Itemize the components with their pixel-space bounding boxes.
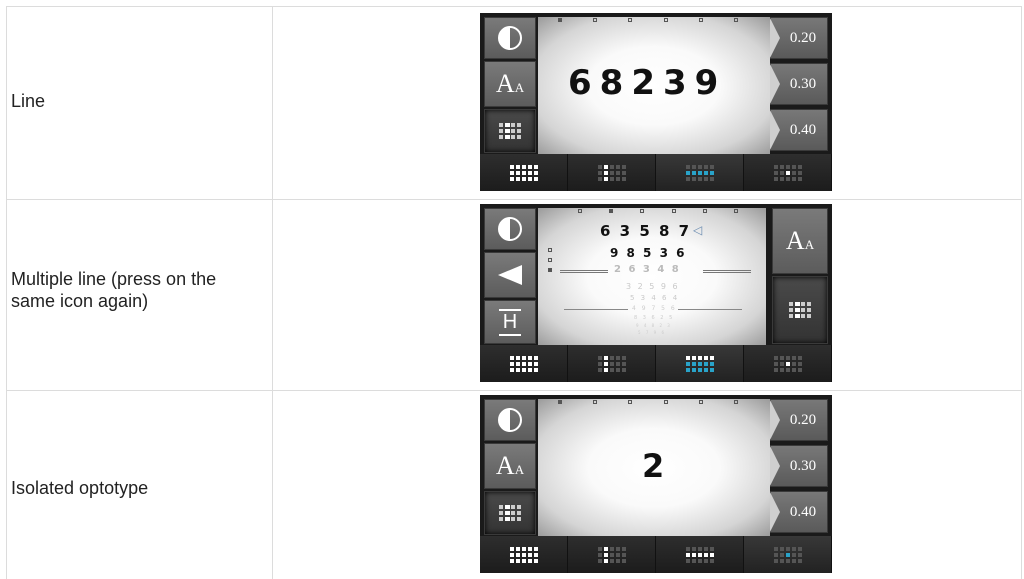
contrast-icon [498,217,522,241]
single-icon [773,355,802,372]
text-size-button[interactable]: AA [484,61,536,107]
line-pointer-icon: ◁ [693,223,703,237]
single-icon [773,164,802,181]
h-button[interactable]: H [484,300,536,344]
side-line-markers [548,248,552,272]
acuity-button-1[interactable]: 0.20 [770,399,828,441]
acuity-button-3[interactable]: 0.40 [770,491,828,533]
chart-line-8: 9 4 8 2 3 [636,323,672,328]
mode-line[interactable] [656,536,744,573]
chart-mode-icon [499,505,521,521]
table-border-top [6,6,1022,7]
screen-multiline-mode: H 6 3 5 8 7 ◁ 9 8 5 3 6 2 6 3 4 8 3 2 5 … [480,204,832,382]
text-size-button[interactable]: AA [484,443,536,489]
acuity-button-3[interactable]: 0.40 [770,109,828,151]
chart-display: 6 3 5 8 7 ◁ 9 8 5 3 6 2 6 3 4 8 3 2 5 9 … [538,208,766,346]
chart-line-5: 5 3 4 6 4 [630,294,680,302]
acuity-button-2[interactable]: 0.30 [770,63,828,105]
lower-line-right [678,309,742,310]
text-size-icon: AA [495,451,525,480]
mode-full-chart[interactable] [480,345,568,382]
contrast-icon [498,408,522,432]
text-size-icon: AA [495,69,525,98]
column-icon [597,355,626,372]
isolated-optotype: 2 [642,447,673,485]
screen-isolated-mode: AA 2 0.20 0.30 0.40 [480,395,832,573]
acuity-button-1[interactable]: 0.20 [770,17,828,59]
mode-single[interactable] [744,536,832,573]
line-icon [685,546,714,563]
screen-line-mode: AA 68239 0.20 0.30 0.40 [480,13,832,191]
mode-multiline[interactable] [656,345,744,382]
row-label-isolated: Isolated optotype [11,478,149,498]
mode-line[interactable] [656,154,744,191]
chart-line-4: 3 2 5 9 6 [626,282,680,291]
multiline-icon [685,355,714,372]
single-icon [773,546,802,563]
line-icon [685,164,714,181]
mode-column[interactable] [568,345,656,382]
chart-line-7: 8 3 6 2 5 [634,315,675,321]
mode-bar [480,345,832,382]
contrast-icon [498,26,522,50]
text-size-button[interactable]: AA [772,208,828,274]
full-chart-icon [509,355,538,372]
contrast-button[interactable] [484,399,536,441]
back-arrow-icon [498,265,522,285]
chart-display: 68239 [538,17,770,155]
mode-full-chart[interactable] [480,536,568,573]
mode-bar [480,154,832,191]
acuity-button-2[interactable]: 0.30 [770,445,828,487]
chart-display: 2 [538,399,770,537]
full-chart-icon [509,164,538,181]
mode-column[interactable] [568,154,656,191]
chart-line-1: 6 3 5 8 7 [600,222,692,240]
text-size-icon: AA [785,226,815,255]
table-border-col1 [272,6,273,579]
row-label-line: Line [11,91,46,111]
right-line-indicator [703,270,751,273]
table-border-left [6,6,7,579]
chart-line-3: 2 6 3 4 8 [614,264,681,275]
chart-mode-icon [789,302,811,318]
chart-line-9: 5 7 9 6 [638,330,666,335]
column-icon [597,164,626,181]
table-border-row2 [6,390,1022,391]
position-markers [578,209,738,213]
mode-single[interactable] [744,154,832,191]
chart-mode-button[interactable] [484,109,536,153]
chart-line-2: 9 8 5 3 6 [610,246,687,260]
position-markers [558,18,738,22]
optotype-line: 68239 [568,63,727,103]
left-line-indicator [560,270,608,273]
mode-full-chart[interactable] [480,154,568,191]
contrast-button[interactable] [484,208,536,250]
contrast-button[interactable] [484,17,536,59]
mode-single[interactable] [744,345,832,382]
h-letter-icon: H [498,308,522,336]
column-icon [597,546,626,563]
mode-column[interactable] [568,536,656,573]
position-markers [558,400,738,404]
mode-bar [480,536,832,573]
back-button[interactable] [484,252,536,298]
table-border-right [1021,6,1022,579]
row-label-multiple-line: Multiple line (press on the same icon ag… [11,269,217,311]
table-border-row1 [6,199,1022,200]
full-chart-icon [509,546,538,563]
chart-mode-button[interactable] [772,276,828,344]
chart-mode-icon [499,123,521,139]
lower-line-left [564,309,628,310]
chart-line-6: 4 9 7 5 6 [632,305,677,312]
chart-mode-button[interactable] [484,491,536,535]
